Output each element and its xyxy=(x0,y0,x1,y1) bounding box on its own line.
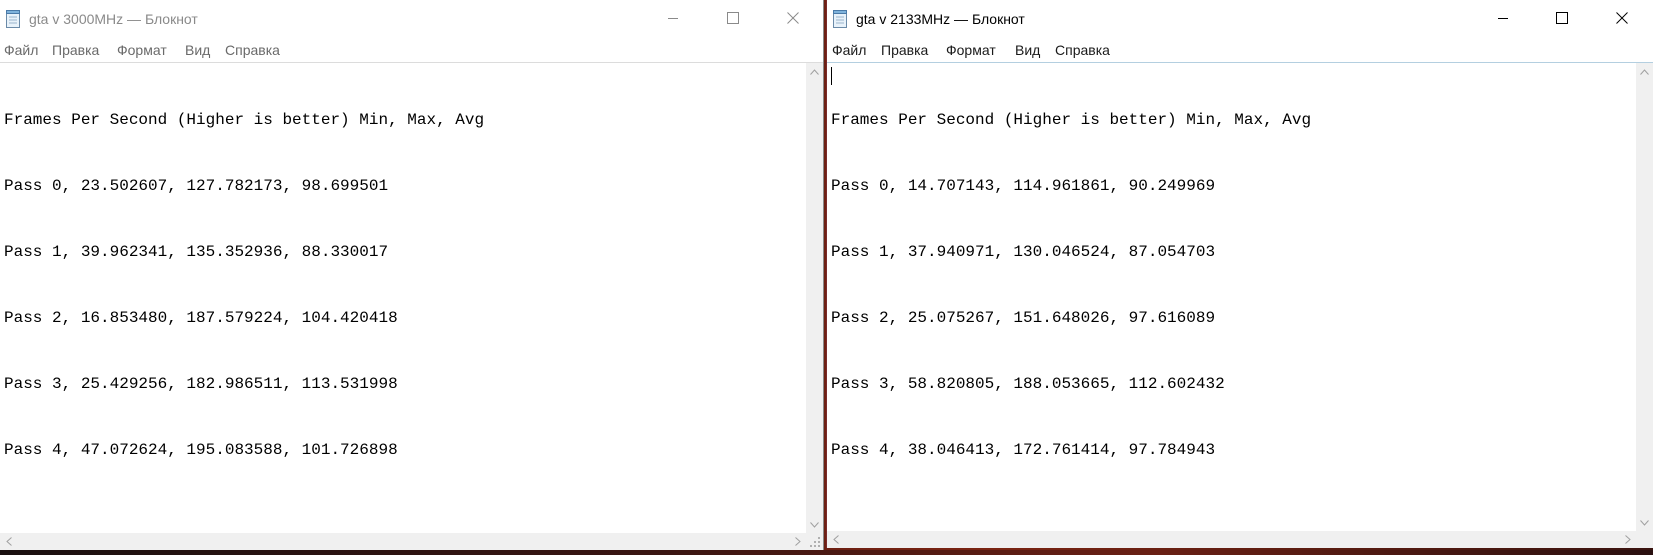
text-caret xyxy=(831,67,832,85)
desktop: gta v 3000MHz — Блокнот Файл Правка Форм… xyxy=(0,0,1653,555)
minimize-button[interactable] xyxy=(650,0,696,36)
vertical-scrollbar[interactable] xyxy=(806,63,823,533)
text-line: Pass 0, 14.707143, 114.961861, 90.249969 xyxy=(831,177,1216,195)
scroll-down-button[interactable] xyxy=(806,516,823,533)
text-line: Pass 0, 23.502607, 127.782173, 98.699501 xyxy=(4,177,389,195)
text-line: Pass 1, 37.940971, 130.046524, 87.054703 xyxy=(831,243,1216,261)
horizontal-scrollbar[interactable] xyxy=(827,531,1636,548)
close-button[interactable] xyxy=(1599,0,1645,36)
maximize-icon xyxy=(1556,12,1568,24)
menu-format[interactable]: Формат xyxy=(117,42,167,58)
close-icon xyxy=(1616,12,1628,24)
chevron-up-icon xyxy=(810,68,819,75)
menu-help[interactable]: Справка xyxy=(1055,42,1110,58)
minimize-icon xyxy=(1498,18,1508,19)
scroll-right-button[interactable] xyxy=(789,533,806,550)
menu-format[interactable]: Формат xyxy=(946,42,996,58)
text-line: Pass 1, 39.962341, 135.352936, 88.330017 xyxy=(4,243,389,261)
text-line: Pass 3, 58.820805, 188.053665, 112.60243… xyxy=(831,375,1225,393)
vertical-scrollbar[interactable] xyxy=(1636,63,1653,531)
minimize-icon xyxy=(668,18,678,19)
scroll-right-button[interactable] xyxy=(1619,531,1636,548)
maximize-button[interactable] xyxy=(1539,0,1585,36)
chevron-up-icon xyxy=(1640,68,1649,75)
close-icon xyxy=(787,12,799,24)
scrollbar-corner xyxy=(1636,531,1653,548)
horizontal-scrollbar[interactable] xyxy=(0,533,806,550)
text-line: Pass 4, 38.046413, 172.761414, 97.784943 xyxy=(831,441,1216,459)
notepad-window-3000mhz[interactable]: gta v 3000MHz — Блокнот Файл Правка Форм… xyxy=(0,0,824,550)
menu-view[interactable]: Вид xyxy=(1015,42,1040,58)
resize-grip-icon xyxy=(810,537,820,547)
chevron-down-icon xyxy=(1640,519,1649,526)
chevron-down-icon xyxy=(810,521,819,528)
close-button[interactable] xyxy=(770,0,816,36)
scroll-up-button[interactable] xyxy=(1636,63,1653,80)
resize-grip[interactable] xyxy=(806,533,823,550)
menu-help[interactable]: Справка xyxy=(225,42,280,58)
menu-view[interactable]: Вид xyxy=(185,42,210,58)
chevron-right-icon xyxy=(794,537,801,546)
scroll-up-button[interactable] xyxy=(806,63,823,80)
text-line: Frames Per Second (Higher is better) Min… xyxy=(831,111,1312,129)
scroll-left-button[interactable] xyxy=(827,531,844,548)
menu-bar: Файл Правка Формат Вид Справка xyxy=(0,38,823,63)
menu-bar: Файл Правка Формат Вид Справка xyxy=(827,38,1653,63)
text-line: Pass 2, 16.853480, 187.579224, 104.42041… xyxy=(4,309,398,327)
maximize-button[interactable] xyxy=(710,0,756,36)
menu-edit[interactable]: Правка xyxy=(52,42,99,58)
chevron-left-icon xyxy=(832,535,839,544)
window-title: gta v 2133MHz — Блокнот xyxy=(856,11,1025,27)
scroll-down-button[interactable] xyxy=(1636,514,1653,531)
window-title: gta v 3000MHz — Блокнот xyxy=(29,11,198,27)
notepad-window-2133mhz[interactable]: gta v 2133MHz — Блокнот Файл Правка Форм… xyxy=(826,0,1653,548)
notepad-icon xyxy=(833,10,847,28)
text-line: Frames Per Second (Higher is better) Min… xyxy=(4,111,485,129)
notepad-icon xyxy=(6,10,20,28)
text-line: Pass 2, 25.075267, 151.648026, 97.616089 xyxy=(831,309,1216,327)
maximize-icon xyxy=(727,12,739,24)
menu-file[interactable]: Файл xyxy=(4,42,38,58)
text-editor[interactable]: Frames Per Second (Higher is better) Min… xyxy=(827,63,1636,531)
title-bar[interactable]: gta v 2133MHz — Блокнот xyxy=(827,0,1653,38)
chevron-right-icon xyxy=(1624,535,1631,544)
desktop-wallpaper-strip xyxy=(0,550,1653,555)
menu-file[interactable]: Файл xyxy=(832,42,866,58)
text-editor[interactable]: Frames Per Second (Higher is better) Min… xyxy=(0,63,806,533)
text-line: Pass 3, 25.429256, 182.986511, 113.53199… xyxy=(4,375,398,393)
chevron-left-icon xyxy=(5,537,12,546)
minimize-button[interactable] xyxy=(1480,0,1526,36)
title-bar[interactable]: gta v 3000MHz — Блокнот xyxy=(0,0,823,38)
scroll-left-button[interactable] xyxy=(0,533,17,550)
text-line: Pass 4, 47.072624, 195.083588, 101.72689… xyxy=(4,441,398,459)
menu-edit[interactable]: Правка xyxy=(881,42,928,58)
